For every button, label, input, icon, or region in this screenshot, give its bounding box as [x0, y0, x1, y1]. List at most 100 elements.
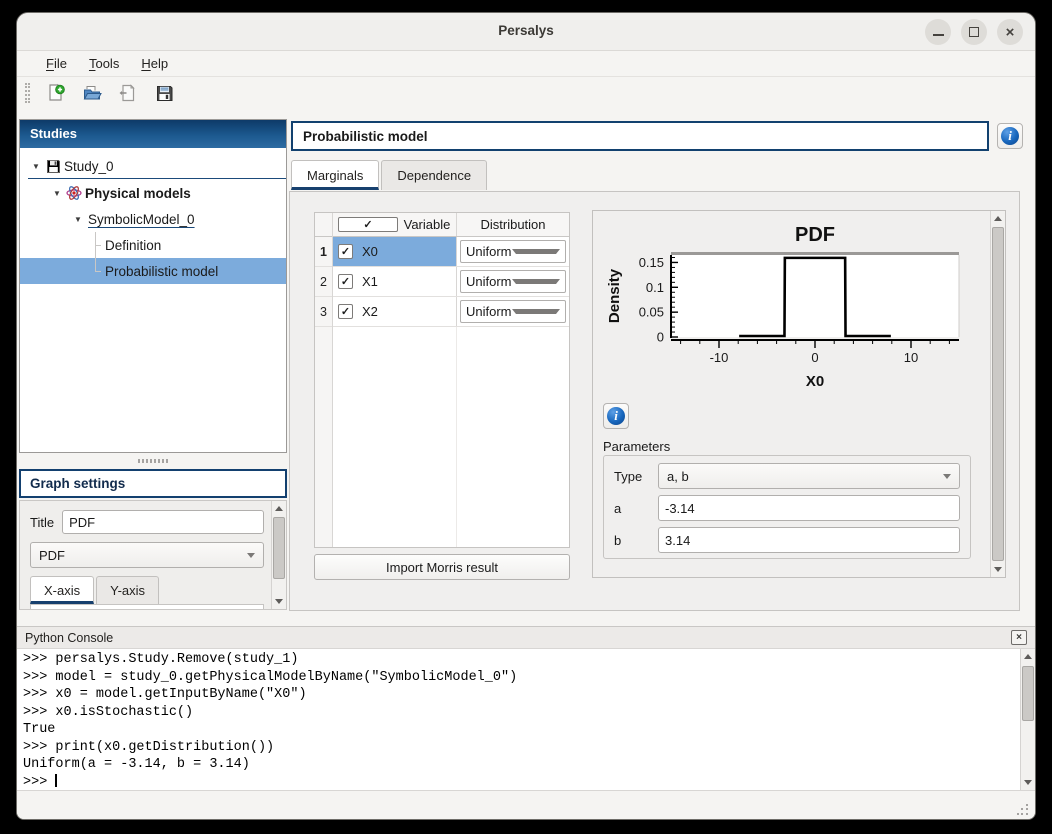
distribution-detail-panel: -1001000.050.10.15PDFX0Density i Paramet…	[592, 210, 1006, 578]
svg-text:-10: -10	[710, 350, 729, 365]
parameters-label: Parameters	[603, 439, 670, 454]
close-icon: ×	[1006, 25, 1015, 40]
scroll-up-icon[interactable]	[991, 211, 1005, 226]
column-header-variable: Variable	[398, 217, 456, 232]
variable-cell-x2[interactable]: ✓X2	[333, 297, 457, 326]
model-info-button[interactable]: i	[997, 123, 1023, 149]
pdf-chart: -1001000.050.10.15PDFX0Density	[599, 215, 979, 398]
close-button[interactable]: ×	[997, 19, 1023, 45]
title-bar: Persalys ×	[17, 13, 1035, 51]
app-window: Persalys × FileToolsHelp	[16, 12, 1036, 820]
tab-x-axis[interactable]: X-axis	[30, 576, 94, 604]
tree-item-label: Physical models	[83, 186, 191, 201]
distribution-info-button[interactable]: i	[603, 403, 629, 429]
minimize-icon	[933, 34, 944, 36]
graph-settings-scrollbar[interactable]	[271, 501, 286, 609]
variable-checkbox[interactable]: ✓	[338, 274, 353, 289]
toolbar-drag-handle[interactable]	[25, 83, 30, 103]
row-number: 2	[315, 267, 332, 297]
studies-panel-header: Studies	[20, 120, 286, 148]
scrollbar-thumb[interactable]	[992, 227, 1004, 561]
python-console[interactable]: >>> persalys.Study.Remove(study_1)>>> mo…	[17, 648, 1035, 791]
chevron-down-icon	[512, 309, 560, 314]
scroll-up-icon[interactable]	[1021, 649, 1035, 664]
variable-cell-x1[interactable]: ✓X1	[333, 267, 457, 296]
distribution-select-x0[interactable]: Uniform	[460, 240, 566, 263]
svg-text:0.15: 0.15	[639, 255, 664, 270]
menu-file[interactable]: File	[37, 53, 76, 74]
param-a-input[interactable]	[658, 495, 960, 521]
scroll-up-icon[interactable]	[272, 501, 286, 516]
console-line: True	[23, 721, 1013, 739]
open-folder-icon	[82, 83, 102, 103]
window-controls: ×	[925, 19, 1023, 45]
param-b-label: b	[614, 533, 650, 548]
python-console-header: Python Console ×	[17, 626, 1035, 648]
scrollbar-thumb[interactable]	[273, 517, 285, 579]
studies-panel: Studies ▼Study_0▼Physical models▼Symboli…	[19, 119, 287, 453]
variable-cell-x0[interactable]: ✓X0	[333, 237, 457, 266]
variable-checkbox[interactable]: ✓	[338, 244, 353, 259]
variables-table: 123 ✓ Variable Distribution ✓X0Uniform✓X…	[314, 212, 570, 548]
tree-item-physical-models[interactable]: ▼ Physical models	[20, 180, 286, 206]
tab-y-axis[interactable]: Y-axis	[96, 576, 159, 604]
import-script-button[interactable]	[114, 80, 142, 106]
tree-item-probabilistic-model[interactable]: Probabilistic model	[20, 258, 286, 284]
tree-connector-icon	[91, 258, 103, 284]
tree-item-symbolicmodel-0[interactable]: ▼SymbolicModel_0	[20, 206, 286, 232]
plot-type-select[interactable]: PDF	[30, 542, 264, 568]
table-row: ✓X2 Uniform	[333, 297, 569, 327]
minimize-button[interactable]	[925, 19, 951, 45]
console-line: >>> print(x0.getDistribution())	[23, 739, 1013, 757]
floppy-icon	[44, 159, 62, 174]
open-study-button[interactable]	[78, 80, 106, 106]
scroll-down-icon[interactable]	[991, 562, 1005, 577]
resize-grip-icon[interactable]	[1017, 804, 1029, 816]
page-title: Probabilistic model	[291, 121, 989, 151]
menu-help[interactable]: Help	[132, 53, 177, 74]
tree-item-definition[interactable]: Definition	[20, 232, 286, 258]
detail-panel-scrollbar[interactable]	[990, 211, 1005, 577]
new-study-button[interactable]	[42, 80, 70, 106]
tree-connector-icon	[91, 232, 103, 258]
expander-icon[interactable]: ▼	[28, 162, 44, 171]
graph-title-input[interactable]	[62, 510, 264, 534]
tab-marginals[interactable]: Marginals	[291, 160, 379, 190]
distribution-select-x2[interactable]: Uniform	[460, 300, 566, 323]
select-all-checkbox[interactable]: ✓	[338, 217, 398, 232]
menu-tools[interactable]: Tools	[80, 53, 128, 74]
expander-icon[interactable]: ▼	[49, 189, 65, 198]
maximize-button[interactable]	[961, 19, 987, 45]
scrollbar-thumb[interactable]	[1022, 666, 1034, 721]
column-header-distribution: Distribution	[457, 213, 569, 236]
svg-text:0: 0	[657, 330, 664, 345]
graph-settings-panel: Graph settings Title PDF X-axis Y-axis	[19, 469, 287, 610]
console-close-button[interactable]: ×	[1011, 630, 1027, 645]
axis-settings-clipped-field	[30, 604, 264, 610]
import-morris-result-button[interactable]: Import Morris result	[314, 554, 570, 580]
distribution-select-x1[interactable]: Uniform	[460, 270, 566, 293]
console-text[interactable]: >>> persalys.Study.Remove(study_1)>>> mo…	[17, 649, 1019, 790]
studies-tree: ▼Study_0▼Physical models▼SymbolicModel_0…	[20, 148, 286, 284]
left-panel-splitter[interactable]	[19, 454, 287, 467]
console-line: >>> model = study_0.getPhysicalModelByNa…	[23, 669, 1013, 687]
distribution-value: Uniform	[466, 304, 512, 319]
splitter-handle-icon	[138, 459, 168, 463]
save-study-button[interactable]	[150, 80, 178, 106]
tab-dependence[interactable]: Dependence	[381, 160, 487, 190]
chevron-down-icon	[943, 474, 951, 479]
console-scrollbar[interactable]	[1020, 649, 1035, 790]
scroll-down-icon[interactable]	[1021, 775, 1035, 790]
window-title: Persalys	[17, 23, 1035, 38]
scroll-down-icon[interactable]	[272, 594, 286, 609]
tree-item-label: SymbolicModel_0	[86, 212, 195, 227]
parameter-type-select[interactable]: a, b	[658, 463, 960, 489]
param-b-input[interactable]	[658, 527, 960, 553]
menu-bar: FileToolsHelp	[17, 51, 1035, 77]
variable-checkbox[interactable]: ✓	[338, 304, 353, 319]
console-line: >>> persalys.Study.Remove(study_1)	[23, 651, 1013, 669]
expander-icon[interactable]: ▼	[70, 215, 86, 224]
table-row: ✓X0Uniform	[333, 237, 569, 267]
graph-title-label: Title	[30, 515, 54, 530]
tree-item-study-0[interactable]: ▼Study_0	[20, 154, 286, 180]
